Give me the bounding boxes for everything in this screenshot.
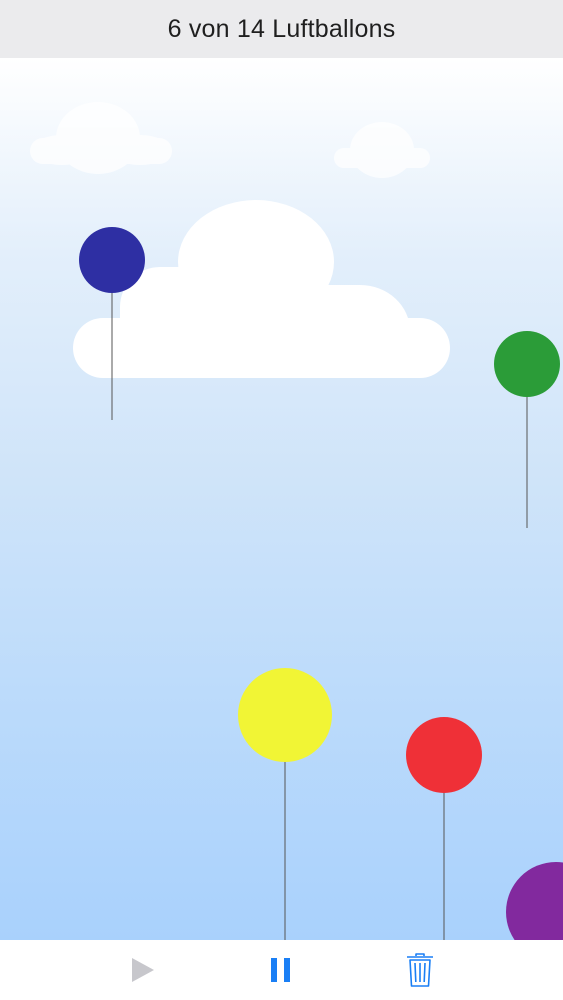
page-title: 6 von 14 Luftballons xyxy=(167,14,396,43)
faint-cloud-left xyxy=(30,102,172,174)
blue-balloon[interactable] xyxy=(79,227,145,293)
red-balloon[interactable] xyxy=(406,717,482,793)
purple-balloon[interactable] xyxy=(506,862,563,940)
play-icon xyxy=(132,958,154,982)
sky-scene-svg xyxy=(30,102,563,940)
trash-icon xyxy=(407,953,433,987)
trash-button[interactable] xyxy=(398,948,442,992)
pause-icon xyxy=(271,958,290,982)
yellow-balloon[interactable] xyxy=(238,668,332,762)
green-balloon[interactable] xyxy=(494,331,560,397)
title-bar: 6 von 14 Luftballons xyxy=(0,0,563,58)
faint-cloud-right xyxy=(334,122,430,178)
toolbar xyxy=(0,940,563,1000)
sky-scene xyxy=(0,58,563,940)
play-button[interactable] xyxy=(120,948,164,992)
main-cloud xyxy=(73,200,450,378)
pause-button[interactable] xyxy=(259,948,303,992)
